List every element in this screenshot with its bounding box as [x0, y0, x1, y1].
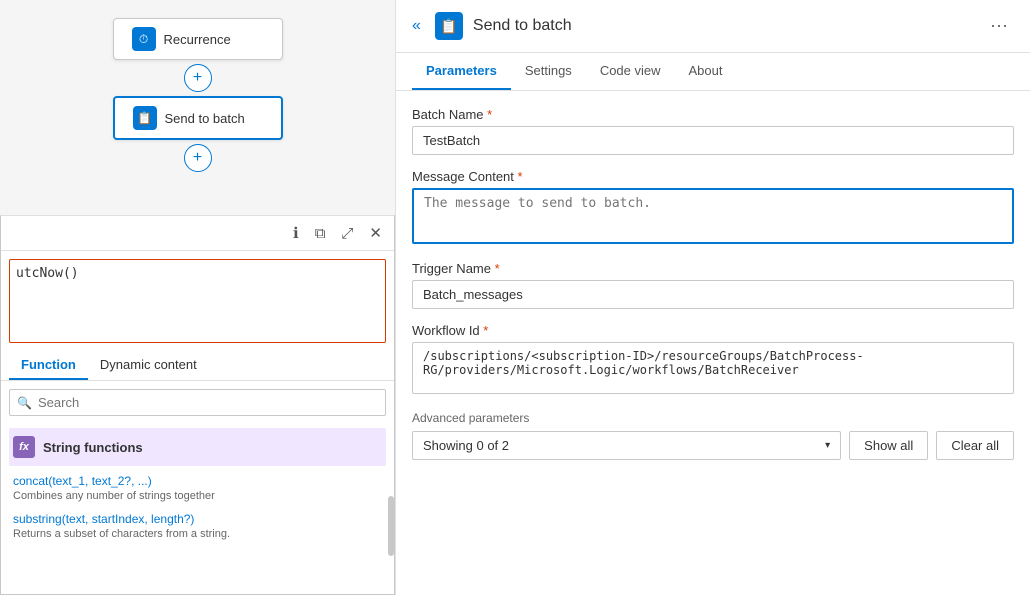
list-item: concat(text_1, text_2?, ...) Combines an… — [13, 474, 382, 502]
right-panel: « 📋 Send to batch ⋯ Parameters Settings … — [395, 0, 1030, 595]
batch-name-input[interactable] — [412, 126, 1014, 155]
workflow-id-field: Workflow Id * — [412, 323, 1014, 397]
expression-textarea-wrapper — [1, 251, 394, 351]
info-button[interactable]: ℹ — [289, 222, 303, 244]
panel-header-icon: 📋 — [435, 12, 463, 40]
expand-icon: ⤢ — [341, 225, 353, 242]
trigger-name-field: Trigger Name * — [412, 261, 1014, 309]
add-connector-2[interactable]: + — [184, 144, 212, 172]
info-icon: ℹ — [293, 224, 299, 242]
panel-tabs: Parameters Settings Code view About — [396, 53, 1030, 91]
tab-dynamic-content[interactable]: Dynamic content — [88, 351, 209, 380]
batch-name-required: * — [487, 107, 492, 122]
list-item: substring(text, startIndex, length?) Ret… — [13, 512, 382, 540]
copy-icon: ⧉ — [315, 225, 326, 242]
canvas-area: ⏱ Recurrence + 📋 Send to batch + — [0, 0, 395, 215]
expression-toolbar: ℹ ⧉ ⤢ ✕ — [1, 216, 394, 251]
message-content-input[interactable] — [412, 188, 1014, 244]
send-to-batch-icon: 📋 — [133, 106, 157, 130]
tab-parameters[interactable]: Parameters — [412, 53, 511, 90]
send-to-batch-node[interactable]: 📋 Send to batch — [113, 96, 283, 140]
trigger-name-input[interactable] — [412, 280, 1014, 309]
search-input[interactable] — [9, 389, 386, 416]
advanced-parameters: Advanced parameters Showing 0 of 2 ▾ Sho… — [412, 411, 1014, 460]
show-all-button[interactable]: Show all — [849, 431, 928, 460]
message-content-required: * — [518, 169, 523, 184]
recurrence-icon: ⏱ — [132, 27, 156, 51]
search-container: 🔍 — [9, 389, 386, 416]
tab-code-view[interactable]: Code view — [586, 53, 675, 90]
workflow-id-label: Workflow Id * — [412, 323, 1014, 338]
fx-icon: fx — [13, 436, 35, 458]
panel-content: Batch Name * Message Content * Trigger N… — [396, 91, 1030, 595]
send-to-batch-label: Send to batch — [165, 111, 245, 126]
search-wrapper: 🔍 — [1, 381, 394, 424]
more-options-button[interactable]: ⋯ — [984, 14, 1014, 39]
recurrence-node[interactable]: ⏱ Recurrence — [113, 18, 283, 60]
left-panel: ⏱ Recurrence + 📋 Send to batch + ℹ ⧉ ⤢ — [0, 0, 395, 595]
expression-tabs: Function Dynamic content — [1, 351, 394, 381]
message-content-label: Message Content * — [412, 169, 1014, 184]
search-icon: 🔍 — [17, 396, 32, 410]
tab-about[interactable]: About — [675, 53, 737, 90]
function-section: fx String functions concat(text_1, text_… — [1, 424, 394, 554]
function-substring-desc: Returns a subset of characters from a st… — [13, 528, 382, 540]
batch-name-label: Batch Name * — [412, 107, 1014, 122]
trigger-name-label: Trigger Name * — [412, 261, 1014, 276]
function-substring-name[interactable]: substring(text, startIndex, length?) — [13, 512, 382, 526]
tab-function[interactable]: Function — [9, 351, 88, 380]
panel-header: « 📋 Send to batch ⋯ — [396, 0, 1030, 53]
workflow-id-input[interactable] — [412, 342, 1014, 394]
collapse-button[interactable]: « — [412, 17, 421, 35]
function-list: concat(text_1, text_2?, ...) Combines an… — [9, 466, 386, 540]
advanced-params-label: Advanced parameters — [412, 411, 1014, 425]
more-icon: ⋯ — [990, 16, 1008, 36]
function-group-label: String functions — [43, 440, 143, 455]
add-connector-1[interactable]: + — [184, 64, 212, 92]
scrollbar[interactable] — [388, 496, 394, 556]
workflow-id-required: * — [483, 323, 488, 338]
chevron-down-icon: ▾ — [825, 440, 830, 451]
trigger-name-required: * — [495, 261, 500, 276]
panel-title: Send to batch — [473, 17, 974, 35]
expression-panel: ℹ ⧉ ⤢ ✕ Function Dynamic content — [0, 215, 395, 595]
message-content-field: Message Content * — [412, 169, 1014, 247]
function-concat-name[interactable]: concat(text_1, text_2?, ...) — [13, 474, 382, 488]
batch-name-field: Batch Name * — [412, 107, 1014, 155]
close-icon: ✕ — [369, 224, 382, 242]
clear-all-button[interactable]: Clear all — [936, 431, 1014, 460]
function-concat-desc: Combines any number of strings together — [13, 490, 382, 502]
copy-button[interactable]: ⧉ — [311, 222, 330, 244]
recurrence-label: Recurrence — [164, 32, 231, 47]
advanced-params-dropdown[interactable]: Showing 0 of 2 ▾ — [412, 431, 841, 460]
expand-button[interactable]: ⤢ — [337, 222, 357, 244]
expression-input[interactable] — [9, 259, 386, 343]
string-functions-group[interactable]: fx String functions — [9, 428, 386, 466]
close-button[interactable]: ✕ — [365, 222, 386, 244]
advanced-controls: Showing 0 of 2 ▾ Show all Clear all — [412, 431, 1014, 460]
showing-text: Showing 0 of 2 — [423, 438, 509, 453]
tab-settings[interactable]: Settings — [511, 53, 586, 90]
